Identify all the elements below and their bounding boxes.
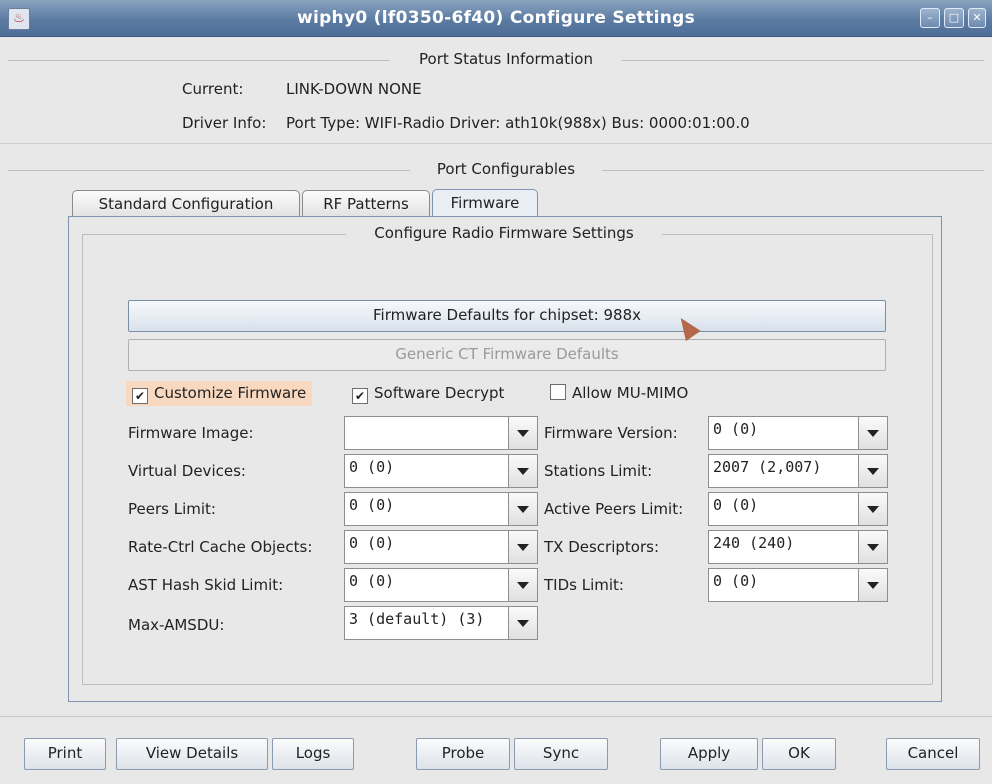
chevron-down-icon[interactable] — [858, 531, 887, 563]
port-configurables-title: Port Configurables — [410, 160, 602, 178]
ok-button[interactable]: OK — [762, 738, 836, 770]
customize-firmware-checkbox[interactable]: ✔ Customize Firmware — [126, 381, 313, 406]
tx-descriptors-label: TX Descriptors: — [544, 538, 659, 556]
checkmark-icon: ✔ — [132, 388, 148, 404]
chevron-down-icon[interactable] — [508, 531, 537, 563]
virtual-devices-value: 0 (0) — [349, 458, 395, 476]
firmware-version-value: 0 (0) — [713, 420, 759, 438]
active-peers-limit-select[interactable]: 0 (0) — [708, 492, 888, 526]
sync-button[interactable]: Sync — [514, 738, 608, 770]
checkmark-icon: ✔ — [352, 388, 368, 404]
firmware-settings-border-right — [932, 234, 933, 684]
tab-standard-configuration[interactable]: Standard Configuration — [72, 190, 300, 217]
active-peers-limit-label: Active Peers Limit: — [544, 500, 684, 518]
stations-limit-value: 2007 (2,007) — [713, 458, 822, 476]
stations-limit-label: Stations Limit: — [544, 462, 653, 480]
port-status-title: Port Status Information — [390, 50, 622, 68]
firmware-image-select[interactable] — [344, 416, 538, 450]
stations-limit-select[interactable]: 2007 (2,007) — [708, 454, 888, 488]
window-titlebar[interactable]: ♨ wiphy0 (lf0350-6f40) Configure Setting… — [0, 0, 992, 37]
tids-limit-label: TIDs Limit: — [544, 576, 624, 594]
tx-descriptors-select[interactable]: 240 (240) — [708, 530, 888, 564]
apply-button[interactable]: Apply — [660, 738, 758, 770]
firmware-version-select[interactable]: 0 (0) — [708, 416, 888, 450]
firmware-settings-border-left — [82, 234, 83, 684]
logs-button[interactable]: Logs — [272, 738, 354, 770]
ast-hash-skid-label: AST Hash Skid Limit: — [128, 576, 284, 594]
tab-firmware[interactable]: Firmware — [432, 189, 538, 218]
peers-limit-label: Peers Limit: — [128, 500, 216, 518]
rate-ctrl-cache-select[interactable]: 0 (0) — [344, 530, 538, 564]
tab-rf-patterns[interactable]: RF Patterns — [302, 190, 430, 217]
firmware-settings-title: Configure Radio Firmware Settings — [346, 224, 662, 242]
driver-info-value: Port Type: WIFI-Radio Driver: ath10k(988… — [286, 114, 750, 132]
close-icon[interactable]: ✕ — [968, 8, 986, 28]
current-value: LINK-DOWN NONE — [286, 80, 422, 98]
peers-limit-select[interactable]: 0 (0) — [344, 492, 538, 526]
allow-mu-mimo-checkbox[interactable]: Allow MU-MIMO — [550, 383, 688, 403]
rate-ctrl-cache-label: Rate-Ctrl Cache Objects: — [128, 538, 313, 556]
window-title: wiphy0 (lf0350-6f40) Configure Settings — [296, 8, 696, 28]
empty-checkbox-icon — [550, 384, 566, 400]
allow-mu-mimo-label: Allow MU-MIMO — [572, 384, 689, 402]
view-details-button[interactable]: View Details — [116, 738, 268, 770]
current-label: Current: — [182, 80, 244, 98]
chevron-down-icon[interactable] — [508, 607, 537, 639]
firmware-version-label: Firmware Version: — [544, 424, 678, 442]
cancel-button[interactable]: Cancel — [886, 738, 980, 770]
rate-ctrl-cache-value: 0 (0) — [349, 534, 395, 552]
active-peers-limit-value: 0 (0) — [713, 496, 759, 514]
chevron-down-icon[interactable] — [508, 493, 537, 525]
probe-button[interactable]: Probe — [416, 738, 510, 770]
virtual-devices-label: Virtual Devices: — [128, 462, 246, 480]
chevron-down-icon[interactable] — [508, 569, 537, 601]
software-decrypt-checkbox[interactable]: ✔ Software Decrypt — [352, 383, 504, 404]
virtual-devices-select[interactable]: 0 (0) — [344, 454, 538, 488]
customize-firmware-label: Customize Firmware — [154, 384, 307, 402]
print-button[interactable]: Print — [24, 738, 106, 770]
chevron-down-icon[interactable] — [858, 493, 887, 525]
ast-hash-skid-select[interactable]: 0 (0) — [344, 568, 538, 602]
max-amsdu-label: Max-AMSDU: — [128, 616, 225, 634]
tids-limit-select[interactable]: 0 (0) — [708, 568, 888, 602]
firmware-defaults-button[interactable]: Firmware Defaults for chipset: 988x — [128, 300, 886, 332]
minimize-icon[interactable]: – — [920, 8, 940, 28]
button-bar-divider — [0, 716, 992, 717]
firmware-settings-border-bottom — [82, 684, 932, 685]
chevron-down-icon[interactable] — [858, 569, 887, 601]
driver-info-label: Driver Info: — [182, 114, 267, 132]
software-decrypt-label: Software Decrypt — [374, 384, 505, 402]
chevron-down-icon[interactable] — [508, 455, 537, 487]
section-divider — [0, 143, 992, 144]
generic-ct-defaults-button[interactable]: Generic CT Firmware Defaults — [128, 339, 886, 371]
peers-limit-value: 0 (0) — [349, 496, 395, 514]
firmware-image-label: Firmware Image: — [128, 424, 254, 442]
chevron-down-icon[interactable] — [508, 417, 537, 449]
ast-hash-skid-value: 0 (0) — [349, 572, 395, 590]
max-amsdu-value: 3 (default) (3) — [349, 610, 485, 628]
tids-limit-value: 0 (0) — [713, 572, 759, 590]
maximize-icon[interactable]: □ — [944, 8, 964, 28]
tx-descriptors-value: 240 (240) — [713, 534, 795, 552]
max-amsdu-select[interactable]: 3 (default) (3) — [344, 606, 538, 640]
chevron-down-icon[interactable] — [858, 455, 887, 487]
chevron-down-icon[interactable] — [858, 417, 887, 449]
